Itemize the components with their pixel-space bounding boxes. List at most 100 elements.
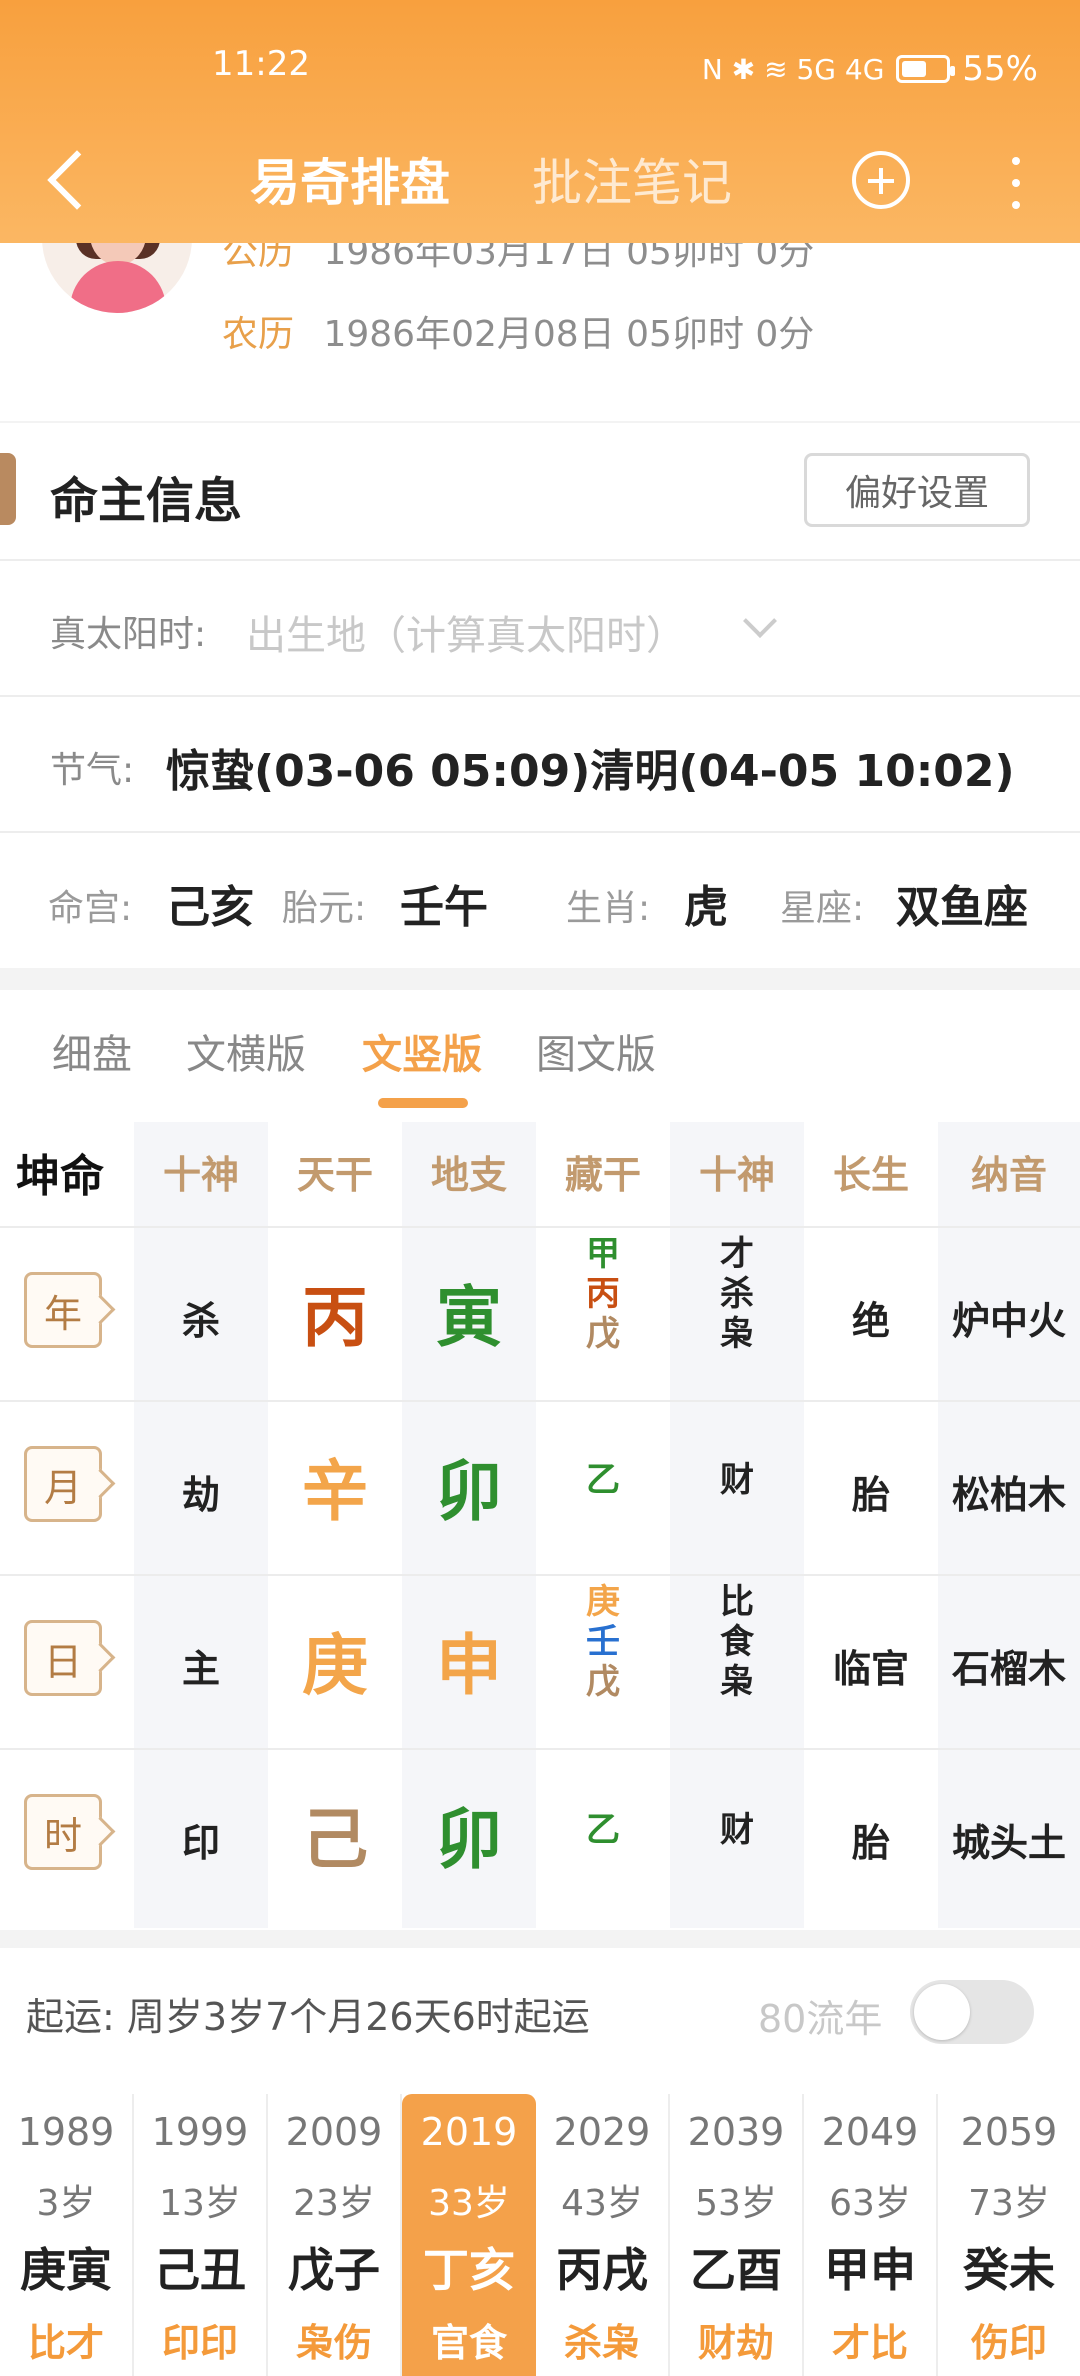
grid-divider bbox=[0, 1226, 1080, 1228]
header-dizhi: 地支 bbox=[430, 1153, 507, 1197]
pillar-month-label: 月 bbox=[24, 1446, 102, 1522]
changsheng-month: 胎 bbox=[851, 1473, 890, 1517]
canggan-day-3: 戊 bbox=[586, 1662, 620, 1702]
luck-age: 53岁 bbox=[695, 2183, 777, 2224]
minggong-value: 己亥 bbox=[166, 882, 254, 933]
nayin-day: 石榴木 bbox=[951, 1647, 1066, 1691]
tab-xipan[interactable]: 细盘 bbox=[52, 1022, 132, 1080]
liunian-toggle[interactable] bbox=[910, 1980, 1034, 2044]
grid-divider bbox=[0, 1574, 1080, 1576]
canggan-month: 乙 bbox=[586, 1460, 620, 1500]
column-dizhi: 地支 寅 卯 申 卯 bbox=[402, 1122, 536, 1928]
luck-card: 起运: 周岁3岁7个月26天6时起运 80流年 1989 3岁 庚寅 比才 19… bbox=[0, 1948, 1080, 2376]
column-tiangan: 天干 丙 辛 庚 己 bbox=[268, 1122, 402, 1928]
battery-text: 55% bbox=[962, 49, 1038, 89]
column-nayin: 纳音 炉中火 松柏木 石榴木 城头土 bbox=[938, 1122, 1080, 1928]
luck-age: 73岁 bbox=[968, 2183, 1050, 2224]
luck-year: 2059 bbox=[960, 2110, 1058, 2154]
header-shishen-secondary: 十神 bbox=[698, 1153, 775, 1197]
tiangan-hour: 己 bbox=[302, 1801, 368, 1878]
canggan-year-2: 丙 bbox=[586, 1274, 620, 1314]
grid-divider bbox=[0, 1748, 1080, 1750]
luck-item-2049[interactable]: 2049 63岁 甲申 才比 bbox=[804, 2094, 938, 2376]
header-bar: 11:22 N ✱ ≋ 5G 4G 55% 易奇排盘 批注笔记 bbox=[0, 0, 1080, 243]
shishen2-year-3: 枭 bbox=[720, 1314, 754, 1354]
tab-wenheng[interactable]: 文横版 bbox=[186, 1022, 306, 1080]
lunar-date-row: 农历 1986年02月08日 05卯时 0分 bbox=[222, 305, 814, 357]
section-title: 命主信息 bbox=[50, 473, 243, 529]
true-sun-row[interactable]: 真太阳时: 出生地（计算真太阳时） bbox=[0, 559, 1080, 695]
luck-ganzhi: 甲申 bbox=[824, 2243, 916, 2297]
canggan-year: 甲 丙 戊 bbox=[536, 1234, 670, 1354]
luck-ganzhi: 癸未 bbox=[963, 2243, 1055, 2297]
tab-yiqi-paipan[interactable]: 易奇排盘 bbox=[250, 143, 450, 215]
tiangan-year: 丙 bbox=[302, 1279, 368, 1356]
add-button[interactable] bbox=[852, 151, 910, 209]
luck-item-2009[interactable]: 2009 23岁 戊子 枭伤 bbox=[268, 2094, 402, 2376]
chart-tabs: 细盘 文横版 文竖版 图文版 bbox=[0, 990, 1080, 1110]
shishen2-year-2: 杀 bbox=[720, 1274, 754, 1314]
canggan-year-1: 甲 bbox=[586, 1234, 620, 1274]
dizhi-hour: 卯 bbox=[436, 1801, 502, 1878]
owner-info-card: 命主信息 偏好设置 真太阳时: 出生地（计算真太阳时） 节气: 惊蛰(03-06… bbox=[0, 423, 1080, 968]
luck-item-1999[interactable]: 1999 13岁 己丑 印印 bbox=[134, 2094, 268, 2376]
luck-relation: 枭伤 bbox=[295, 2321, 372, 2365]
back-button[interactable] bbox=[40, 141, 100, 221]
luck-item-2059[interactable]: 2059 73岁 癸未 伤印 bbox=[938, 2094, 1080, 2376]
xingzuo-value: 双鱼座 bbox=[896, 882, 1028, 933]
column-canggan: 藏干 甲 丙 戊 乙 庚 壬 戊 乙 bbox=[536, 1122, 670, 1928]
luck-year: 1989 bbox=[17, 2110, 115, 2154]
luck-item-2029[interactable]: 2029 43岁 丙戌 杀枭 bbox=[536, 2094, 670, 2376]
luck-item-1989[interactable]: 1989 3岁 庚寅 比才 bbox=[0, 2094, 134, 2376]
canggan-day-1: 庚 bbox=[586, 1582, 620, 1622]
tab-wenshu[interactable]: 文竖版 bbox=[362, 1022, 482, 1080]
battery-icon bbox=[896, 55, 956, 83]
luck-item-2019[interactable]: 2019 33岁 丁亥 官食 bbox=[402, 2094, 536, 2376]
status-icons: N ✱ ≋ 5G 4G 55% bbox=[702, 44, 1038, 94]
luck-age: 63岁 bbox=[829, 2183, 911, 2224]
taiyuan-value: 壬午 bbox=[400, 882, 488, 933]
true-sun-value[interactable]: 出生地（计算真太阳时） bbox=[246, 603, 686, 661]
shengxiao-value: 虎 bbox=[684, 882, 728, 933]
luck-relation: 印印 bbox=[161, 2321, 238, 2365]
luck-ganzhi: 己丑 bbox=[154, 2243, 246, 2297]
active-tab-indicator bbox=[378, 1098, 468, 1108]
shengxiao-label: 生肖: bbox=[566, 888, 651, 929]
header-tiangan: 天干 bbox=[296, 1153, 373, 1197]
tiangan-day: 庚 bbox=[302, 1627, 368, 1704]
tiangan-month: 辛 bbox=[302, 1453, 368, 1530]
column-shishen-secondary: 十神 才 杀 枭 财 比 食 枭 财 bbox=[670, 1122, 804, 1928]
header-changsheng: 长生 bbox=[832, 1153, 909, 1197]
chevron-down-icon[interactable] bbox=[743, 604, 777, 638]
jieqi-label: 节气: bbox=[50, 750, 135, 791]
header-canggan: 藏干 bbox=[564, 1153, 641, 1197]
shishen2-month: 财 bbox=[720, 1460, 754, 1500]
lunar-value: 1986年02月08日 05卯时 0分 bbox=[323, 314, 815, 355]
luck-age: 3岁 bbox=[36, 2183, 96, 2224]
canggan-year-3: 戊 bbox=[586, 1314, 620, 1354]
shishen2-day-3: 枭 bbox=[720, 1662, 754, 1702]
more-icon[interactable] bbox=[1000, 151, 1030, 215]
luck-year: 2009 bbox=[285, 2110, 383, 2154]
header-shishen: 十神 bbox=[162, 1153, 239, 1197]
luck-item-2039[interactable]: 2039 53岁 乙酉 财劫 bbox=[670, 2094, 804, 2376]
pillar-hour-label: 时 bbox=[24, 1794, 102, 1870]
section-marker bbox=[0, 453, 16, 525]
nayin-month: 松柏木 bbox=[951, 1473, 1066, 1517]
shishen2-day-1: 比 bbox=[720, 1582, 754, 1622]
luck-relation: 伤印 bbox=[970, 2321, 1047, 2365]
luck-relation: 才比 bbox=[831, 2321, 908, 2365]
navigation-bar: 易奇排盘 批注笔记 bbox=[0, 133, 1080, 229]
shishen-day: 主 bbox=[181, 1647, 220, 1691]
shishen2-day-2: 食 bbox=[720, 1622, 754, 1662]
preference-settings-button[interactable]: 偏好设置 bbox=[804, 453, 1030, 527]
luck-label: 起运: 周岁3岁7个月26天6时起运 bbox=[26, 1986, 590, 2041]
tab-tuwen[interactable]: 图文版 bbox=[536, 1022, 656, 1080]
pillar-day-label: 日 bbox=[24, 1620, 102, 1696]
toggle-knob bbox=[914, 1984, 970, 2040]
xingzuo-label: 星座: bbox=[780, 888, 865, 929]
shishen-month: 劫 bbox=[181, 1473, 220, 1517]
pillar-column: 坤命 年 月 日 时 bbox=[0, 1122, 134, 1928]
taiyuan-label: 胎元: bbox=[282, 888, 367, 929]
tab-annotation-notes[interactable]: 批注笔记 bbox=[532, 143, 732, 215]
